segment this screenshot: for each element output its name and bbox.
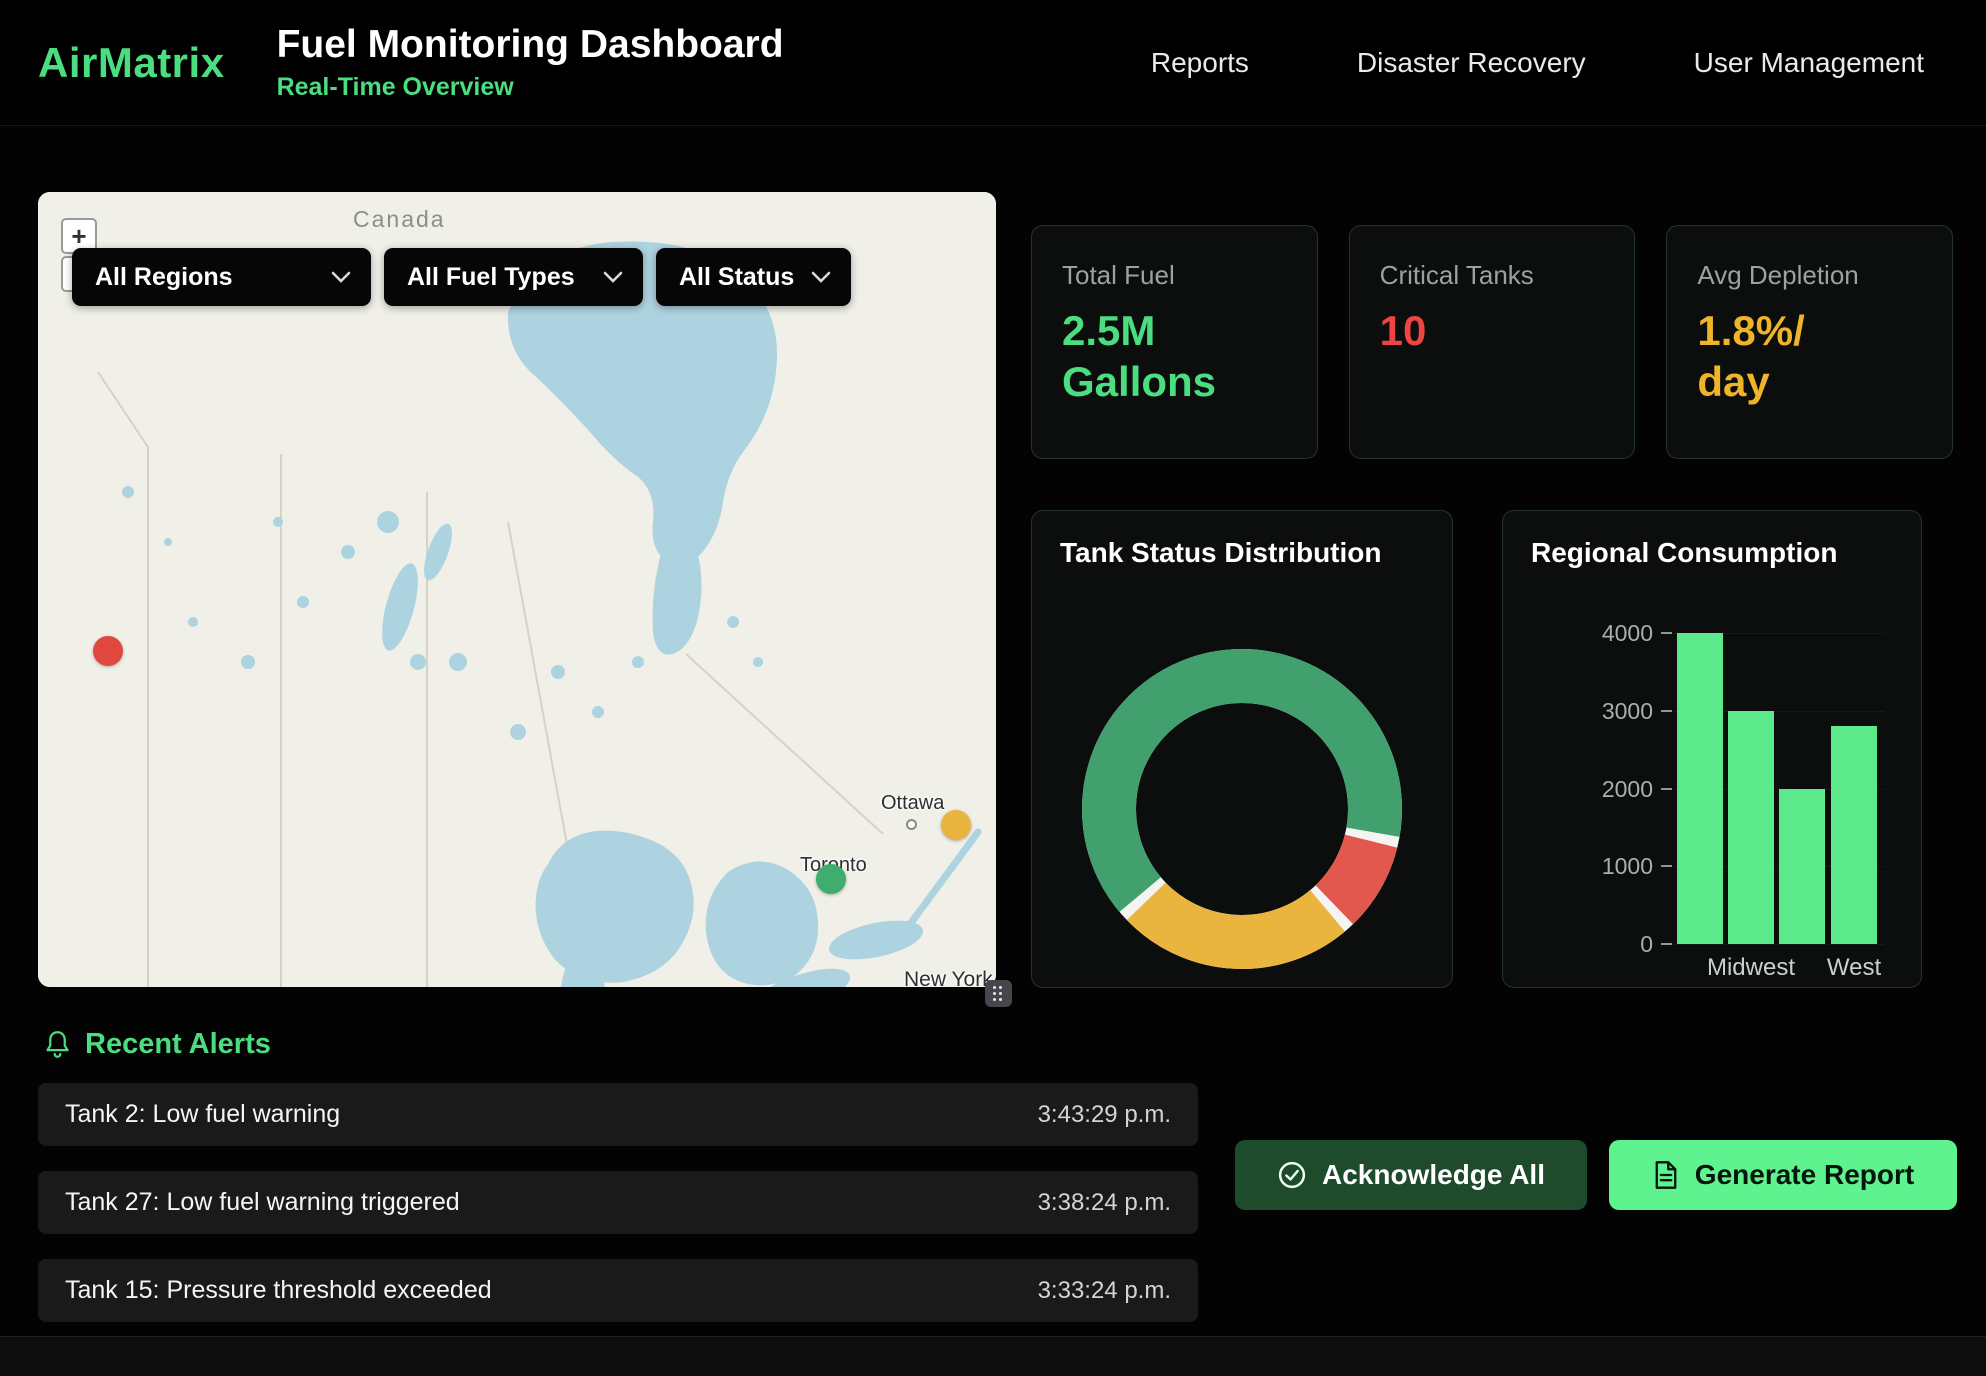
consumption-bar [1831, 726, 1877, 944]
tank-marker-critical[interactable] [93, 636, 123, 666]
acknowledge-all-button[interactable]: Acknowledge All [1235, 1140, 1587, 1210]
nav-item-reports[interactable]: Reports [1151, 47, 1249, 79]
fuel-type-filter-value: All Fuel Types [407, 263, 575, 292]
regional-consumption-card: Regional Consumption 01000200030004000Mi… [1502, 510, 1922, 988]
alert-timestamp: 3:43:29 p.m. [1038, 1101, 1171, 1129]
tank-marker-normal[interactable] [816, 864, 846, 894]
resize-grip-icon[interactable] [985, 980, 1012, 1007]
tank-map[interactable]: Canada Ottawa Toronto New York + All Reg… [38, 192, 996, 987]
chevron-down-icon [811, 271, 831, 283]
map-label-canada: Canada [353, 206, 446, 233]
title-block: Fuel Monitoring Dashboard Real-Time Over… [277, 23, 784, 102]
stat-value: 1.8%/day [1697, 305, 1922, 407]
tank-marker-warning[interactable] [941, 810, 971, 840]
alert-row: Tank 2: Low fuel warning 3:43:29 p.m. [38, 1083, 1198, 1146]
y-axis-tick: 1000 [1565, 853, 1653, 880]
y-axis-tick: 2000 [1565, 776, 1653, 803]
y-axis-tick: 4000 [1565, 620, 1653, 647]
generate-report-label: Generate Report [1695, 1159, 1914, 1191]
tank-status-distribution-card: Tank Status Distribution [1031, 510, 1453, 988]
generate-report-button[interactable]: Generate Report [1609, 1140, 1957, 1210]
map-label-new-york: New York [904, 968, 993, 987]
chevron-down-icon [603, 271, 623, 283]
chevron-down-icon [331, 271, 351, 283]
alert-text: Tank 27: Low fuel warning triggered [65, 1188, 460, 1217]
stat-card-critical-tanks: Critical Tanks 10 [1349, 225, 1636, 459]
fuel-type-filter-select[interactable]: All Fuel Types [384, 248, 643, 306]
y-axis-tick: 3000 [1565, 698, 1653, 725]
stat-value: 10 [1380, 305, 1605, 356]
page-subtitle: Real-Time Overview [277, 73, 784, 102]
nav-item-user-management[interactable]: User Management [1694, 47, 1924, 79]
page-title: Fuel Monitoring Dashboard [277, 23, 784, 67]
stat-label: Total Fuel [1062, 260, 1287, 291]
brand-logo[interactable]: AirMatrix [38, 39, 225, 87]
status-filter-value: All Status [679, 263, 794, 292]
city-marker-icon [906, 819, 917, 830]
status-filter-select[interactable]: All Status [656, 248, 851, 306]
stat-value: 2.5MGallons [1062, 305, 1287, 407]
alert-text: Tank 2: Low fuel warning [65, 1100, 340, 1129]
x-axis-label: West [1784, 954, 1924, 982]
check-circle-icon [1277, 1160, 1307, 1190]
consumption-bar [1728, 711, 1774, 944]
alert-row: Tank 15: Pressure threshold exceeded 3:3… [38, 1259, 1198, 1322]
stats-row: Total Fuel 2.5MGallons Critical Tanks 10… [1031, 225, 1953, 459]
bell-icon [44, 1030, 71, 1059]
chart-title: Tank Status Distribution [1060, 537, 1382, 569]
region-filter-select[interactable]: All Regions [72, 248, 371, 306]
map-label-ottawa: Ottawa [881, 792, 944, 815]
fuel-monitoring-dashboard: AirMatrix Fuel Monitoring Dashboard Real… [0, 0, 1986, 1376]
stat-label: Avg Depletion [1697, 260, 1922, 291]
alert-row: Tank 27: Low fuel warning triggered 3:38… [38, 1171, 1198, 1234]
region-filter-value: All Regions [95, 263, 233, 292]
stat-label: Critical Tanks [1380, 260, 1605, 291]
map-filter-bar: All Regions All Fuel Types All Status [72, 248, 851, 306]
recent-alerts-heading: Recent Alerts [44, 1028, 271, 1061]
alert-timestamp: 3:33:24 p.m. [1038, 1277, 1171, 1305]
acknowledge-all-label: Acknowledge All [1322, 1159, 1545, 1191]
stat-card-avg-depletion: Avg Depletion 1.8%/day [1666, 225, 1953, 459]
y-axis-tick: 0 [1565, 931, 1653, 958]
alert-timestamp: 3:38:24 p.m. [1038, 1189, 1171, 1217]
consumption-bar [1677, 633, 1723, 944]
tank-status-donut-chart [1077, 644, 1407, 974]
stat-card-total-fuel: Total Fuel 2.5MGallons [1031, 225, 1318, 459]
consumption-bar [1779, 789, 1825, 945]
main-nav: Reports Disaster Recovery User Managemen… [1151, 47, 1986, 79]
alert-text: Tank 15: Pressure threshold exceeded [65, 1276, 492, 1305]
nav-item-disaster-recovery[interactable]: Disaster Recovery [1357, 47, 1586, 79]
footer-bar [0, 1336, 1986, 1376]
recent-alerts-title: Recent Alerts [85, 1028, 271, 1061]
header-bar: AirMatrix Fuel Monitoring Dashboard Real… [0, 0, 1986, 126]
regional-consumption-bar-chart: 01000200030004000MidwestWest [1503, 511, 1921, 987]
document-icon [1652, 1160, 1680, 1190]
